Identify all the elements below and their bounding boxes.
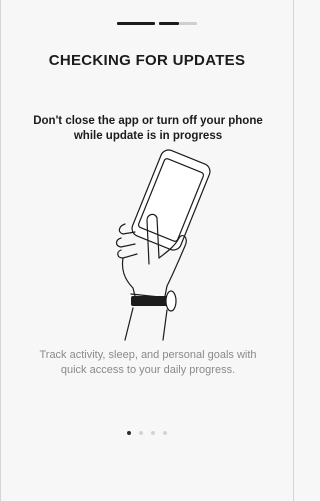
- progress-segment-complete: [159, 22, 179, 25]
- update-screen: CHECKING FOR UPDATES Don't close the app…: [0, 0, 294, 501]
- hand-holding-phone-icon: [101, 146, 213, 342]
- progress-segment-pending: [179, 22, 197, 25]
- update-warning-text: Don't close the app or turn off your pho…: [33, 115, 263, 142]
- page-title: CHECKING FOR UPDATES: [48, 52, 246, 69]
- pager-dot[interactable]: [163, 431, 167, 435]
- progress-segment-complete: [117, 22, 155, 25]
- pager-dot[interactable]: [151, 431, 155, 435]
- feature-description: Track activity, sleep, and personal goal…: [39, 349, 257, 376]
- pager-dot-active[interactable]: [127, 431, 131, 435]
- pager-dots: [1, 431, 293, 435]
- update-progress-indicator: [1, 22, 293, 26]
- pager-dot[interactable]: [139, 431, 143, 435]
